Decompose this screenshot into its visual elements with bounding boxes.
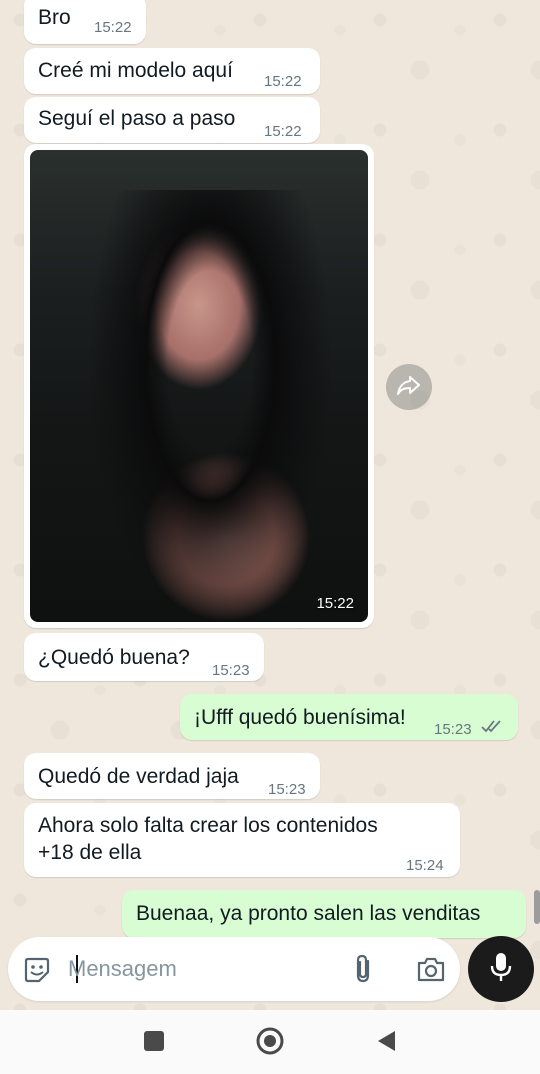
message-time: 15:23 [212,662,250,679]
message-input[interactable]: Mensagem [68,956,177,982]
forward-icon [396,374,422,401]
image-message[interactable]: 15:22 [24,144,374,628]
message-time: 15:23 [268,781,306,798]
message-outgoing[interactable]: ¡Ufff quedó buenísima! 15:23 [180,694,518,740]
microphone-button[interactable] [468,936,534,1002]
back-button[interactable] [371,1028,401,1058]
circle-icon [255,1026,285,1061]
chat-background: Bro 15:22 Creé mi modelo aquí 15:22 Segu… [0,0,540,1010]
message-incoming[interactable]: Bro 15:22 [24,0,146,44]
message-incoming[interactable]: Quedó de verdad jaja 15:23 [24,753,320,799]
message-text: Buenaa, ya pronto salen las venditas [136,902,481,925]
scrollbar[interactable] [534,890,540,924]
message-incoming[interactable]: Ahora solo falta crear los contenidos +1… [24,803,460,877]
message-text: ¡Ufff quedó buenísima! [194,706,406,729]
message-incoming[interactable]: Creé mi modelo aquí 15:22 [24,48,320,94]
message-time: 15:22 [264,123,302,140]
photo-shade [90,190,330,620]
message-time: 15:22 [94,19,132,36]
microphone-icon [489,951,513,988]
home-button[interactable] [255,1026,285,1061]
triangle-back-icon [375,1029,397,1058]
image-time: 15:22 [316,595,354,612]
message-text: Quedó de verdad jaja [38,765,239,788]
recents-button[interactable] [139,1028,169,1058]
message-text: ¿Quedó buena? [38,646,190,669]
system-navigation-bar [0,1010,540,1074]
message-text-line1: Ahora solo falta crear los contenidos [38,814,378,837]
message-composer[interactable]: Mensagem [8,937,460,1001]
message-incoming[interactable]: Seguí el paso a paso 15:22 [24,97,320,143]
message-text: Creé mi modelo aquí [38,59,233,82]
message-time: 15:23 [434,721,472,738]
paperclip-icon[interactable] [352,953,376,990]
square-icon [143,1030,165,1057]
forward-button[interactable] [386,364,432,410]
message-photo[interactable]: 15:22 [30,150,368,622]
read-receipt-icon [480,714,504,741]
message-incoming[interactable]: ¿Quedó buena? 15:23 [24,633,264,681]
message-time: 15:24 [406,857,444,874]
message-text: Seguí el paso a paso [38,107,236,130]
sticker-icon[interactable] [22,955,52,990]
message-text-line2: +18 de ella [38,841,142,864]
message-time: 15:22 [264,73,302,90]
message-text: Bro [38,6,71,29]
camera-icon[interactable] [416,955,446,988]
message-outgoing[interactable]: Buenaa, ya pronto salen las venditas [122,890,526,938]
